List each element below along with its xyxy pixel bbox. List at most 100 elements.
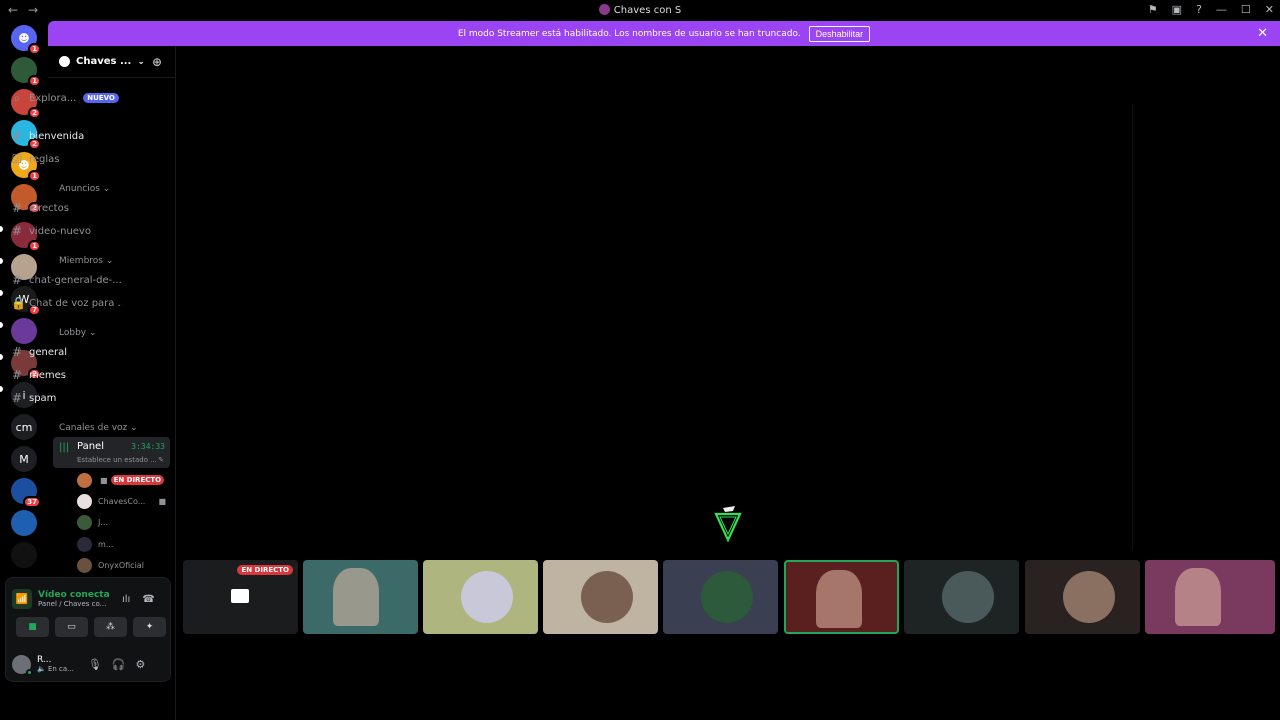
disable-streamer-button[interactable]: Deshabilitar — [808, 25, 871, 42]
hash-icon: # — [11, 201, 23, 215]
hash-icon: # — [11, 273, 23, 287]
camera-tile[interactable] — [303, 560, 418, 634]
invite-icon[interactable]: ⊕ — [152, 55, 162, 69]
channel-spam[interactable]: # spam — [6, 388, 122, 408]
microphone-icon[interactable]: 🎙 — [88, 658, 102, 671]
avatar — [942, 571, 994, 623]
voice-user[interactable]: J... — [77, 512, 170, 532]
disconnect-icon[interactable]: ☎ — [142, 594, 154, 605]
banner-message: El modo Streamer está habilitado. Los no… — [457, 28, 801, 39]
voice-user-name: OnyxOficial — [98, 560, 144, 570]
participant-tile[interactable] — [543, 560, 658, 634]
headset-icon[interactable]: 🎧 — [112, 658, 126, 671]
hash-icon: # — [11, 345, 23, 359]
person-figure — [333, 568, 379, 626]
live-badge: EN DIRECTO — [237, 565, 293, 575]
voice-user[interactable]: m... — [77, 534, 170, 554]
server-icon[interactable] — [11, 318, 37, 344]
channel-name: Chat de voz para ... — [29, 297, 122, 309]
lock-icon: 🔒 — [11, 296, 26, 310]
voice-user[interactable]: ChavesCo... ■ — [77, 491, 170, 511]
server-icon[interactable]: cm — [11, 414, 37, 440]
window-controls: ⚑ ▣ ? — ☐ ✕ — [1148, 3, 1274, 16]
avatar[interactable] — [12, 654, 33, 676]
unread-pill — [0, 290, 3, 296]
screen-share-tile[interactable]: EN DIRECTO — [183, 560, 298, 634]
new-badge: NUEVO — [83, 93, 119, 103]
soundboard-button[interactable]: ✦ — [133, 617, 166, 637]
channel-reglas[interactable]: ☑ reglas — [6, 149, 122, 169]
camera-tile[interactable] — [784, 560, 899, 634]
minimize-button[interactable]: — — [1216, 3, 1227, 16]
pencil-icon[interactable]: ✎ — [158, 456, 164, 464]
channel-memes[interactable]: # memes — [6, 365, 122, 385]
channel-bienvenida[interactable]: # bienvenida — [6, 126, 122, 146]
voice-user-name: ChavesCo... — [98, 496, 146, 506]
voice-user[interactable]: OnyxOficial — [77, 555, 170, 575]
connection-location[interactable]: Panel / Chaves co... — [38, 600, 110, 608]
avatar — [77, 514, 92, 530]
channel-chat-general-de-[interactable]: # chat-general-de-... — [6, 270, 122, 290]
monitor-icon — [231, 589, 249, 603]
avatar — [461, 571, 513, 623]
share-screen-button[interactable]: ▭ — [55, 617, 88, 637]
camera-tile[interactable] — [1145, 560, 1275, 634]
participant-tile[interactable] — [1025, 560, 1140, 634]
help-icon[interactable]: ? — [1196, 3, 1202, 16]
channel-general[interactable]: # general — [6, 342, 122, 362]
screen-icon[interactable]: ▣ — [1172, 3, 1182, 16]
participant-tile[interactable] — [663, 560, 778, 634]
close-icon[interactable]: ✕ — [1257, 26, 1268, 41]
noise-suppression-icon[interactable]: ılı — [122, 594, 130, 605]
channel-directos[interactable]: # directos — [6, 198, 122, 218]
category-lobby[interactable]: Lobby ⌄ — [59, 328, 97, 338]
avatar — [77, 536, 92, 552]
voice-connection-panel: 📶 Vídeo conectad Panel / Chaves co... ıl… — [5, 577, 171, 682]
channel-name: general — [29, 346, 68, 358]
activities-button[interactable]: ⁂ — [94, 617, 127, 637]
close-window-button[interactable]: ✕ — [1265, 3, 1274, 16]
unread-pill — [0, 322, 3, 328]
chevron-down-icon: ⌄ — [137, 56, 145, 67]
voice-activity-icon: ||| — [59, 442, 70, 453]
settings-gear-icon[interactable]: ⚙ — [136, 658, 146, 671]
channel-video-nuevo[interactable]: # video-nuevo — [6, 221, 122, 241]
category-voz[interactable]: Canales de voz ⌄ — [59, 423, 138, 433]
inbox-icon[interactable]: ⚑ — [1148, 3, 1158, 16]
user-name: R... — [37, 655, 52, 665]
camera-button[interactable]: ■ — [16, 617, 49, 637]
server-icon[interactable] — [11, 542, 37, 568]
server-icon[interactable] — [11, 510, 37, 536]
server-header[interactable]: Chaves ... ⌄ ⊕ — [48, 46, 176, 78]
participant-tile[interactable] — [904, 560, 1019, 634]
category-anuncios[interactable]: Anuncios ⌄ — [59, 184, 110, 194]
channel-chat-de-voz-para-[interactable]: 🔒 Chat de voz para ... — [6, 293, 122, 313]
server-icon[interactable]: ☻ 1 — [11, 25, 41, 55]
server-name: Chaves ... — [76, 56, 132, 67]
unread-pill — [0, 226, 3, 232]
voice-user[interactable]: ■ EN DIRECTO — [77, 470, 170, 490]
avatar — [77, 472, 92, 488]
avatar — [1063, 571, 1115, 623]
person-figure — [816, 570, 862, 628]
hash-icon: # — [11, 224, 23, 238]
server-icon — [598, 4, 610, 15]
server-badge-icon — [59, 56, 70, 67]
server-label: cm — [15, 420, 33, 434]
maximize-button[interactable]: ☐ — [1241, 3, 1251, 16]
category-miembros[interactable]: Miembros ⌄ — [59, 256, 113, 266]
mention-badge: 1 — [28, 43, 41, 55]
voice-status: Establece un estado ... — [77, 456, 157, 464]
live-badge: EN DIRECTO — [110, 475, 165, 485]
voice-channel-panel[interactable]: ||| Panel 3:34:33 Establece un estado ..… — [53, 437, 170, 468]
server-icon[interactable]: 1 — [11, 57, 41, 87]
channel-name: video-nuevo — [29, 225, 91, 237]
server-icon[interactable]: 37 — [11, 478, 41, 508]
divider — [1132, 104, 1133, 550]
explore-channel[interactable]: ⌕ Explora... NUEVO — [6, 88, 122, 108]
mention-badge: 1 — [28, 170, 41, 182]
avatar — [77, 557, 92, 573]
participant-tile[interactable] — [423, 560, 538, 634]
signal-icon[interactable]: 📶 — [12, 589, 32, 609]
server-icon[interactable]: M — [11, 446, 37, 472]
